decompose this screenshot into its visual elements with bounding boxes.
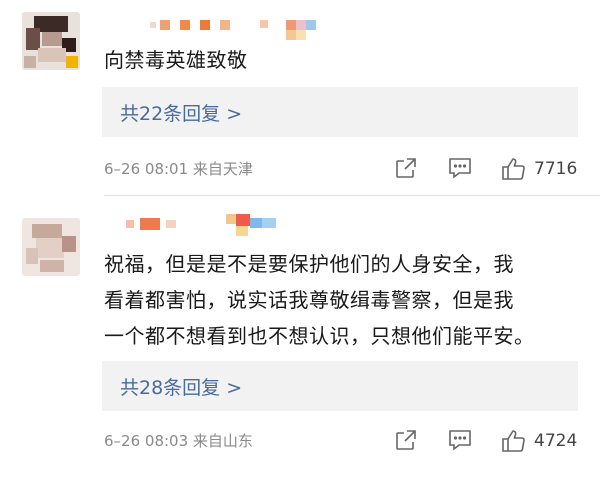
view-replies-link[interactable]: 共28条回复 > xyxy=(120,373,242,400)
share-icon[interactable] xyxy=(394,428,418,452)
like-count: 4724 xyxy=(534,431,578,451)
comment-icon[interactable] xyxy=(447,428,473,452)
comment-text-line: 看着都害怕，说实话我尊敬缉毒警察，但是我 xyxy=(104,288,514,312)
username-blurred[interactable] xyxy=(126,214,286,238)
timestamp-location: 6–26 08:03 来自山东 xyxy=(104,432,253,450)
comment-footer: 6–26 08:03 来自山东 4724 xyxy=(104,426,584,456)
avatar[interactable] xyxy=(22,218,80,276)
thumbs-up-icon[interactable] xyxy=(500,428,526,454)
comment-text-line: 一个都不想看到也不想认识，只想他们能平安。 xyxy=(104,324,535,348)
comment-item: 祝福，但是是不是要保护他们的人身安全，我 看着都害怕，说实话我尊敬缉毒警察，但是… xyxy=(0,0,600,452)
comment-text: 祝福，但是是不是要保护他们的人身安全，我 看着都害怕，说实话我尊敬缉毒警察，但是… xyxy=(104,246,584,354)
comment-text-line: 祝福，但是是不是要保护他们的人身安全，我 xyxy=(104,252,514,276)
replies-box[interactable]: 共28条回复 > xyxy=(102,361,578,411)
